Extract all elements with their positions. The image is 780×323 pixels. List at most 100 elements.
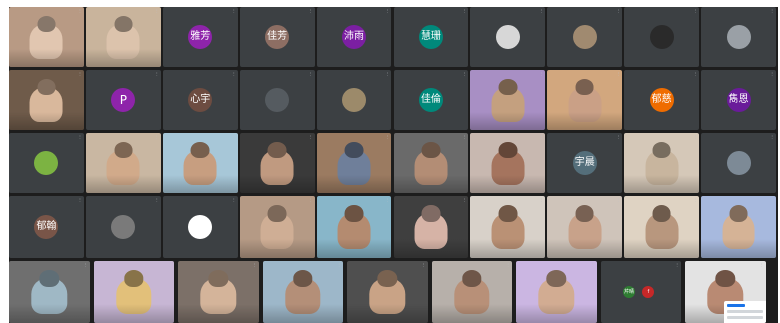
participant-tile[interactable]: 佳芳 ⋮ bbox=[239, 7, 315, 67]
participant-tile[interactable]: ⋮ bbox=[93, 261, 174, 323]
tile-more-icon[interactable]: ⋮ bbox=[84, 262, 88, 267]
tile-more-icon[interactable]: ⋮ bbox=[78, 8, 82, 13]
tile-more-icon[interactable]: ⋮ bbox=[693, 134, 697, 139]
tile-more-icon[interactable]: ⋮ bbox=[539, 71, 543, 76]
participant-tile[interactable]: ⋮ bbox=[178, 261, 259, 323]
participant-tile[interactable]: 心宇 ⋮ bbox=[162, 70, 238, 130]
tile-more-icon[interactable]: ⋮ bbox=[675, 262, 679, 267]
tile-more-icon[interactable]: ⋮ bbox=[462, 8, 466, 13]
tile-more-icon[interactable]: ⋮ bbox=[539, 8, 543, 13]
participant-tile[interactable]: ⋮ bbox=[239, 133, 315, 193]
participant-tile[interactable]: ⋮ bbox=[9, 70, 84, 130]
participant-tile[interactable]: ⋮ bbox=[162, 133, 238, 193]
tile-more-icon[interactable]: ⋮ bbox=[168, 262, 172, 267]
tile-more-icon[interactable]: ⋮ bbox=[539, 134, 543, 139]
participant-tile[interactable]: ⋮ bbox=[516, 261, 597, 323]
participant-avatar-image bbox=[726, 25, 751, 49]
tile-more-icon[interactable]: ⋮ bbox=[770, 197, 774, 202]
tile-more-icon[interactable]: ⋮ bbox=[770, 134, 774, 139]
tile-more-icon[interactable]: ⋮ bbox=[616, 197, 620, 202]
participant-tile[interactable]: 芹晴 f ⋮ bbox=[600, 261, 681, 323]
participant-tile[interactable]: ⋮ bbox=[547, 70, 623, 130]
participant-tile[interactable]: P ⋮ bbox=[85, 70, 161, 130]
participant-tile[interactable]: ⋮ bbox=[470, 133, 546, 193]
participant-tile[interactable]: ⋮ bbox=[9, 261, 90, 323]
participant-tile[interactable]: ⋮ bbox=[9, 133, 84, 193]
participant-tile[interactable]: ⋮ bbox=[547, 7, 623, 67]
tile-more-icon[interactable]: ⋮ bbox=[78, 71, 82, 76]
participant-tile[interactable]: ⋮ bbox=[393, 196, 469, 258]
tile-more-icon[interactable]: ⋮ bbox=[591, 262, 595, 267]
tile-more-icon[interactable]: ⋮ bbox=[693, 71, 697, 76]
participant-tile[interactable]: ⋮ bbox=[316, 70, 392, 130]
tile-more-icon[interactable]: ⋮ bbox=[309, 71, 313, 76]
tile-more-icon[interactable]: ⋮ bbox=[309, 8, 313, 13]
tile-more-icon[interactable]: ⋮ bbox=[253, 262, 257, 267]
tile-more-icon[interactable]: ⋮ bbox=[155, 8, 159, 13]
participant-tile[interactable]: 佳倫 ⋮ bbox=[393, 70, 469, 130]
participant-tile[interactable]: ⋮ bbox=[316, 196, 392, 258]
tile-more-icon[interactable]: ⋮ bbox=[462, 197, 466, 202]
participant-tile[interactable]: ⋮ bbox=[9, 7, 84, 67]
tile-more-icon[interactable]: ⋮ bbox=[770, 71, 774, 76]
tile-more-icon[interactable]: ⋮ bbox=[385, 134, 389, 139]
participant-tile[interactable]: ⋮ bbox=[701, 196, 776, 258]
participant-tile[interactable]: 沛雨 ⋮ bbox=[316, 7, 392, 67]
tile-more-icon[interactable]: ⋮ bbox=[422, 262, 426, 267]
participant-tile[interactable]: ⋮ bbox=[85, 7, 161, 67]
tile-more-icon[interactable]: ⋮ bbox=[78, 197, 82, 202]
tile-more-icon[interactable]: ⋮ bbox=[155, 71, 159, 76]
participant-tile[interactable]: 宇晨 ⋮ bbox=[547, 133, 623, 193]
participant-tile[interactable]: 雋恩 ⋮ bbox=[701, 70, 776, 130]
participant-tile[interactable]: ⋮ bbox=[624, 196, 700, 258]
tile-more-icon[interactable]: ⋮ bbox=[616, 8, 620, 13]
tile-more-icon[interactable]: ⋮ bbox=[78, 134, 82, 139]
tile-more-icon[interactable]: ⋮ bbox=[309, 197, 313, 202]
tile-more-icon[interactable]: ⋮ bbox=[385, 8, 389, 13]
participant-tile[interactable]: ⋮ bbox=[431, 261, 512, 323]
participant-tile[interactable]: ⋮ bbox=[316, 133, 392, 193]
participant-avatar: 佳倫 bbox=[418, 88, 443, 112]
participant-tile[interactable]: ⋮ bbox=[239, 196, 315, 258]
tile-more-icon[interactable]: ⋮ bbox=[155, 197, 159, 202]
participant-tile[interactable]: ⋮ bbox=[347, 261, 428, 323]
tile-more-icon[interactable]: ⋮ bbox=[770, 8, 774, 13]
participant-tile[interactable]: ⋮ bbox=[262, 261, 343, 323]
tile-more-icon[interactable]: ⋮ bbox=[693, 197, 697, 202]
participant-tile[interactable]: 雅芳 ⋮ bbox=[162, 7, 238, 67]
participant-tile[interactable]: ⋮ bbox=[624, 133, 700, 193]
tile-more-icon[interactable]: ⋮ bbox=[616, 134, 620, 139]
participant-tile[interactable]: ⋮ bbox=[470, 196, 546, 258]
participant-tile[interactable]: 郁翰 ⋮ bbox=[9, 196, 84, 258]
participant-tile[interactable]: ⋮ bbox=[85, 133, 161, 193]
participant-tile[interactable]: ⋮ bbox=[470, 70, 546, 130]
tile-more-icon[interactable]: ⋮ bbox=[539, 197, 543, 202]
participant-tile[interactable]: ⋮ bbox=[85, 196, 161, 258]
tile-more-icon[interactable]: ⋮ bbox=[337, 262, 341, 267]
participant-tile[interactable]: ⋮ bbox=[162, 196, 238, 258]
tile-more-icon[interactable]: ⋮ bbox=[232, 134, 236, 139]
participant-tile[interactable]: 慧珊 ⋮ bbox=[393, 7, 469, 67]
tile-more-icon[interactable]: ⋮ bbox=[462, 134, 466, 139]
tile-more-icon[interactable]: ⋮ bbox=[616, 71, 620, 76]
participant-tile[interactable]: 郁慈 ⋮ bbox=[624, 70, 700, 130]
tile-more-icon[interactable]: ⋮ bbox=[385, 71, 389, 76]
tile-more-icon[interactable]: ⋮ bbox=[506, 262, 510, 267]
participant-tile[interactable]: ⋮ bbox=[701, 7, 776, 67]
tile-more-icon[interactable]: ⋮ bbox=[760, 262, 764, 267]
participant-tile[interactable]: ⋮ bbox=[624, 7, 700, 67]
tile-more-icon[interactable]: ⋮ bbox=[155, 134, 159, 139]
participant-tile[interactable]: ⋮ bbox=[685, 261, 766, 323]
participant-tile[interactable]: ⋮ bbox=[239, 70, 315, 130]
participant-tile[interactable]: ⋮ bbox=[701, 133, 776, 193]
participant-tile[interactable]: ⋮ bbox=[470, 7, 546, 67]
tile-more-icon[interactable]: ⋮ bbox=[309, 134, 313, 139]
participant-tile[interactable]: ⋮ bbox=[393, 133, 469, 193]
tile-more-icon[interactable]: ⋮ bbox=[232, 71, 236, 76]
tile-more-icon[interactable]: ⋮ bbox=[693, 8, 697, 13]
tile-more-icon[interactable]: ⋮ bbox=[462, 71, 466, 76]
participant-tile[interactable]: ⋮ bbox=[547, 196, 623, 258]
tile-more-icon[interactable]: ⋮ bbox=[232, 197, 236, 202]
tile-more-icon[interactable]: ⋮ bbox=[385, 197, 389, 202]
tile-more-icon[interactable]: ⋮ bbox=[232, 8, 236, 13]
